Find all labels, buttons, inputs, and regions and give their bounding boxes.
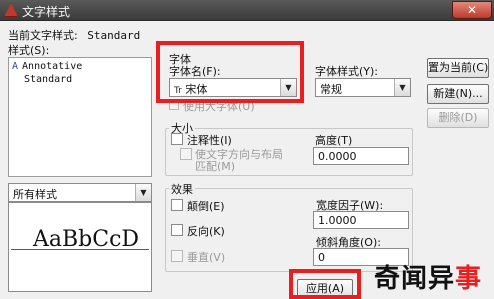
style-filter-select[interactable]: 所有样式 ▼ xyxy=(8,183,152,202)
width-factor-field[interactable]: 1.0000 xyxy=(313,211,409,229)
list-item[interactable]: A Annotative xyxy=(12,61,82,72)
autocad-icon xyxy=(4,3,18,17)
title-bar: 文字样式 ✕ xyxy=(0,0,494,21)
delete-button[interactable]: 删除(D) xyxy=(427,108,489,128)
new-button[interactable]: 新建(N)... xyxy=(427,84,489,104)
upside-down-checkbox[interactable] xyxy=(171,199,183,211)
vertical-checkbox[interactable] xyxy=(171,250,183,262)
upside-down-label: 颠倒(E) xyxy=(187,200,225,213)
close-button[interactable]: ✕ xyxy=(452,1,492,19)
styles-listbox[interactable]: A Annotative Standard xyxy=(8,57,152,177)
set-current-button[interactable]: 置为当前(C) xyxy=(427,58,489,78)
font-style-select[interactable]: 常规 ▼ xyxy=(315,78,411,97)
list-item[interactable]: Standard xyxy=(24,74,72,85)
apply-highlight-box xyxy=(289,269,361,299)
chevron-down-icon: ▼ xyxy=(394,79,410,96)
window-title: 文字样式 xyxy=(22,5,71,19)
vertical-label: 垂直(V) xyxy=(187,251,226,264)
match-orientation-checkbox[interactable] xyxy=(180,148,192,160)
backwards-label: 反向(K) xyxy=(187,225,225,238)
font-style-label: 字体样式(Y): xyxy=(315,65,379,78)
effects-group-label: 效果 xyxy=(169,181,195,197)
styles-label: 样式(S): xyxy=(8,44,50,57)
preview-baseline xyxy=(11,249,149,250)
height-field[interactable]: 0.0000 xyxy=(313,147,409,165)
backwards-checkbox[interactable] xyxy=(171,224,183,236)
annotative-checkbox[interactable] xyxy=(171,133,183,145)
preview-pane: AaBbCcD xyxy=(8,202,152,292)
current-style-label: 当前文字样式: Standard xyxy=(8,29,141,42)
chevron-down-icon: ▼ xyxy=(135,184,151,201)
watermark-logo: 奇闻异事 xyxy=(374,264,483,294)
font-highlight-box xyxy=(156,41,304,103)
annotative-icon: A xyxy=(12,61,19,72)
height-label: 高度(T) xyxy=(315,134,353,147)
match-orientation-label-2: 匹配(M) xyxy=(195,160,236,173)
